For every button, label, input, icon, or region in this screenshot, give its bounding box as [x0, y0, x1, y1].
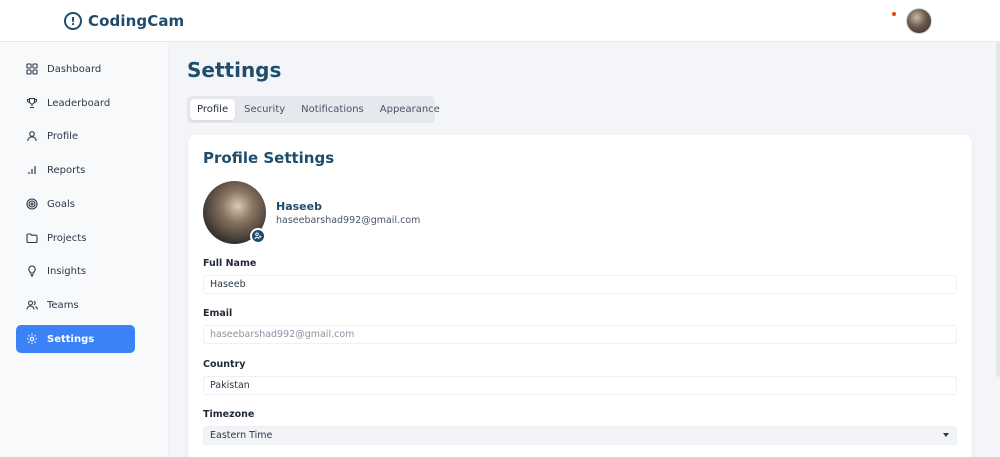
tab-security[interactable]: Security	[237, 99, 292, 120]
country-field[interactable]: Pakistan	[203, 376, 957, 395]
sidebar-item-label: Projects	[47, 232, 87, 244]
sidebar-item-reports[interactable]: Reports	[16, 156, 135, 184]
users-icon	[26, 300, 38, 310]
lightbulb-icon	[28, 265, 36, 277]
sidebar-item-label: Dashboard	[47, 63, 102, 75]
settings-tabs: Profile Security Notifications Appearanc…	[187, 96, 440, 123]
sidebar-item-leaderboard[interactable]: Leaderboard	[16, 89, 135, 117]
folder-icon	[26, 233, 38, 244]
sidebar-item-profile[interactable]: Profile	[16, 122, 135, 150]
target-icon	[26, 198, 38, 210]
chevron-down-icon	[943, 433, 949, 437]
user-avatar[interactable]	[906, 8, 932, 34]
sidebar-item-label: Goals	[47, 198, 75, 210]
profile-email: haseebarshad992@gmail.com	[276, 215, 421, 226]
card-title: Profile Settings	[203, 149, 335, 167]
page-title: Settings	[187, 58, 282, 82]
sidebar-item-label: Insights	[47, 265, 87, 277]
bar-chart-icon	[28, 166, 36, 174]
top-bar: ! CodingCam	[0, 0, 1000, 42]
timezone-select[interactable]: Eastern Time	[203, 426, 957, 445]
user-icon	[27, 131, 37, 142]
timezone-value: Eastern Time	[210, 430, 273, 441]
sidebar-item-projects[interactable]: Projects	[16, 224, 135, 252]
full-name-label: Full Name	[203, 258, 257, 269]
email-label: Email	[203, 308, 233, 319]
sidebar-item-insights[interactable]: Insights	[16, 257, 135, 285]
sidebar-item-label: Settings	[47, 333, 95, 345]
sidebar: Dashboard Leaderboard Profile Reports Go…	[0, 42, 169, 457]
notification-dot	[892, 12, 896, 16]
sidebar-item-goals[interactable]: Goals	[16, 190, 135, 218]
page-scrollbar[interactable]	[996, 42, 1000, 377]
sidebar-item-dashboard[interactable]: Dashboard	[16, 55, 135, 83]
sidebar-item-label: Leaderboard	[47, 97, 111, 109]
tab-profile[interactable]: Profile	[190, 99, 236, 120]
profile-name: Haseeb	[276, 200, 322, 213]
alert-circle-icon: !	[64, 12, 82, 30]
sidebar-item-label: Profile	[47, 130, 79, 142]
sidebar-item-settings[interactable]: Settings	[16, 325, 135, 353]
sidebar-item-label: Reports	[47, 164, 86, 176]
app-name: CodingCam	[88, 12, 185, 30]
tab-appearance[interactable]: Appearance	[373, 99, 447, 120]
timezone-label: Timezone	[203, 409, 255, 420]
grid-icon	[26, 63, 38, 75]
change-photo-icon[interactable]	[250, 228, 266, 244]
main-content: Settings Profile Security Notifications …	[169, 42, 1000, 457]
brand-logo[interactable]: ! CodingCam	[64, 10, 184, 32]
trophy-icon	[26, 97, 38, 109]
country-label: Country	[203, 359, 246, 370]
sidebar-item-label: Teams	[47, 299, 79, 311]
email-field[interactable]: haseebarshad992@gmail.com	[203, 325, 957, 344]
tab-notifications[interactable]: Notifications	[294, 99, 371, 120]
gear-icon	[26, 333, 38, 345]
profile-settings-card: Profile Settings Haseeb haseebarshad992@…	[188, 135, 972, 457]
sidebar-item-teams[interactable]: Teams	[16, 291, 135, 319]
full-name-field[interactable]: Haseeb	[203, 275, 957, 294]
